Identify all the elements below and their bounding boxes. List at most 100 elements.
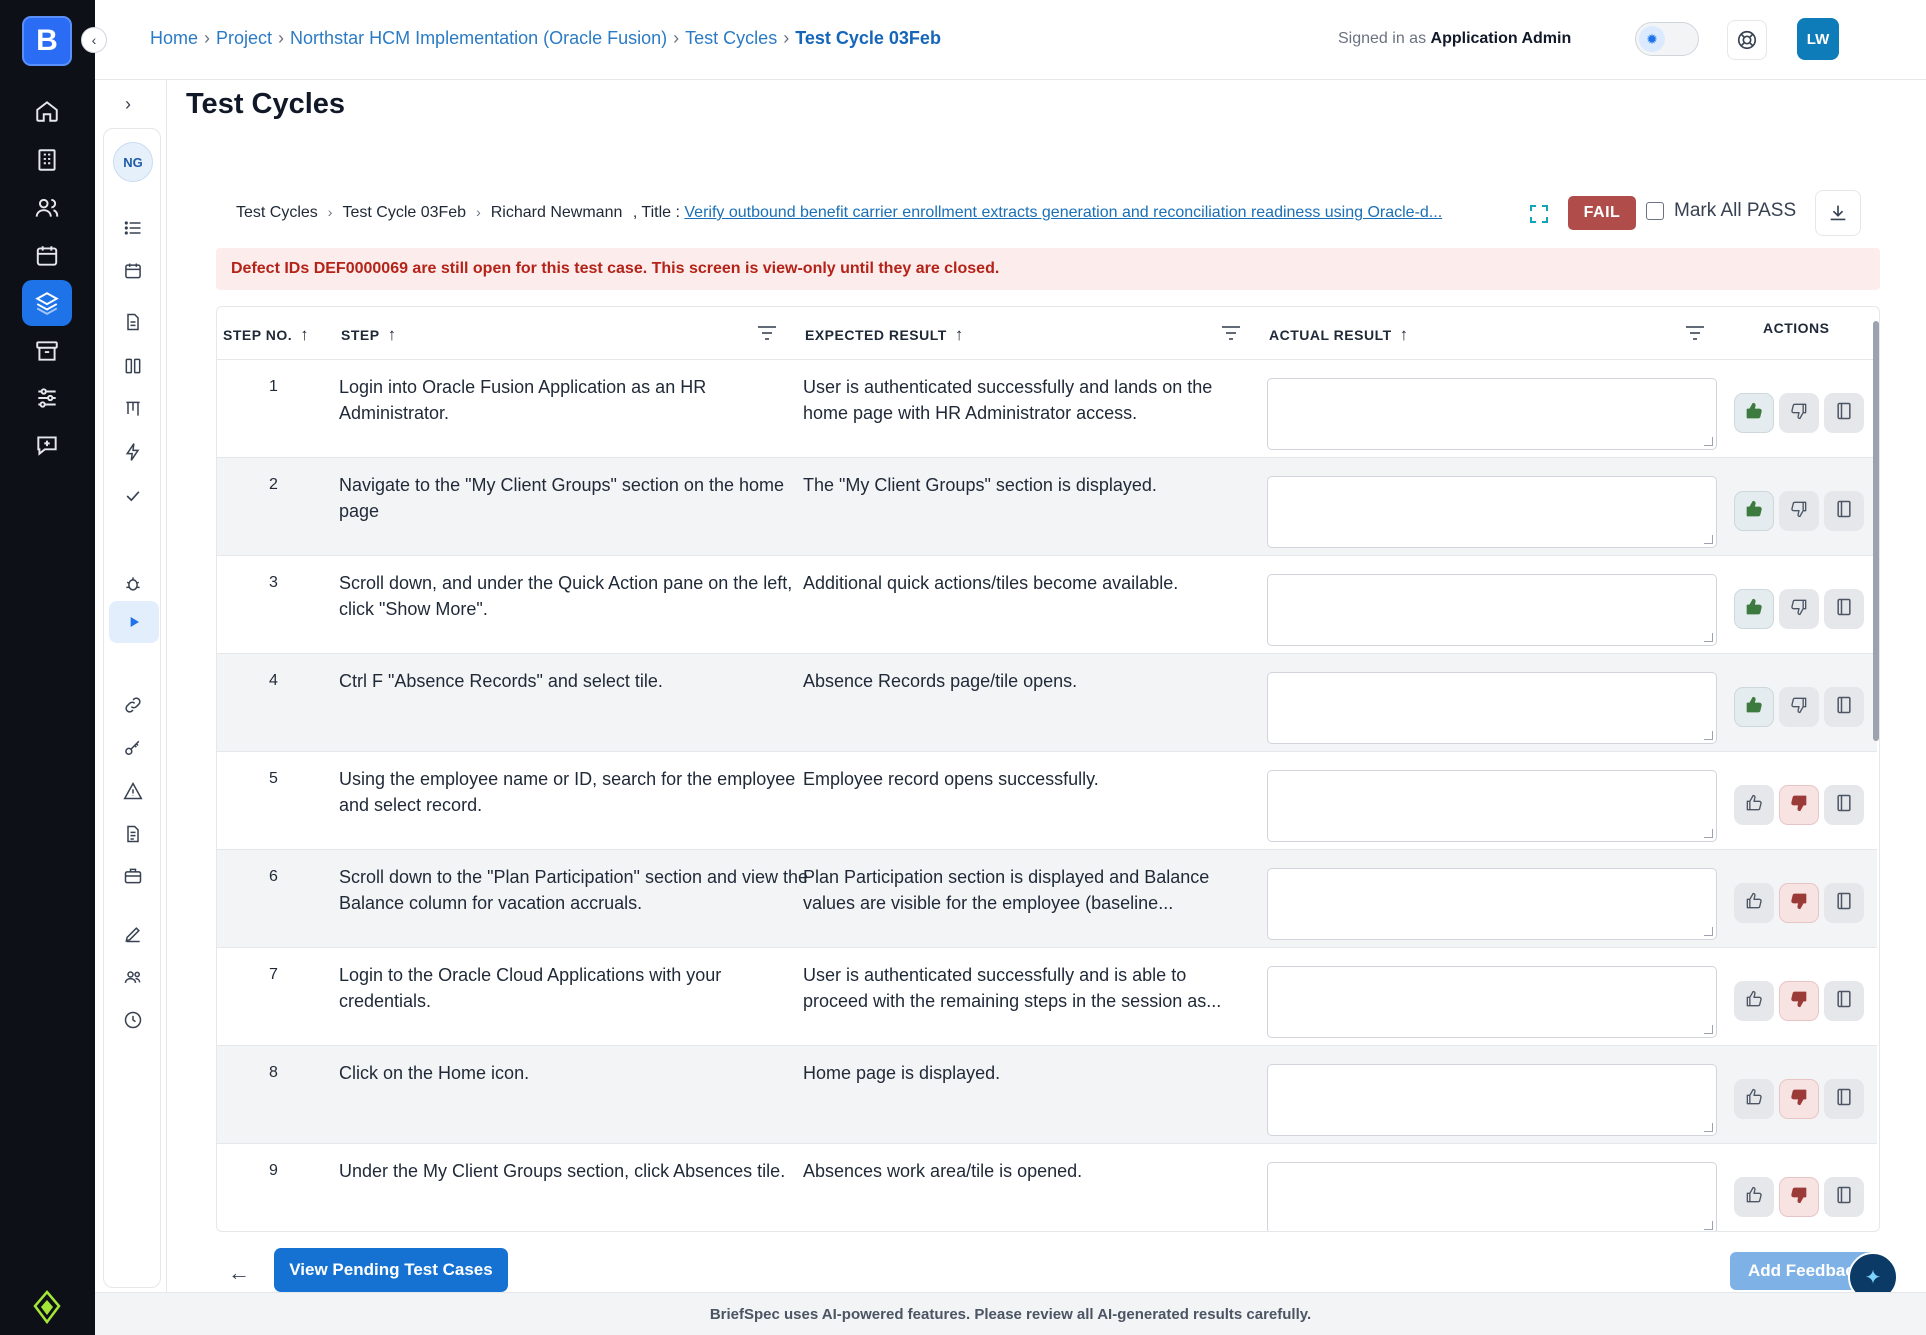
expected-result: Plan Participation section is displayed … [803,867,1210,913]
fullscreen-icon[interactable] [1527,202,1551,226]
columns-icon[interactable] [119,352,147,380]
play-icon[interactable] [109,601,159,643]
building-icon[interactable] [22,137,72,183]
layers-icon[interactable] [22,280,72,326]
archive-icon[interactable] [22,328,72,374]
sort-icon[interactable]: ↑ [300,325,309,345]
notes-button[interactable] [1824,589,1864,629]
sort-icon[interactable]: ↑ [1400,325,1409,345]
list-icon[interactable] [119,214,147,242]
app-logo[interactable]: B [22,16,72,66]
notes-button[interactable] [1824,981,1864,1021]
notes-button[interactable] [1824,393,1864,433]
notes-button[interactable] [1824,1177,1864,1217]
file-icon[interactable] [119,820,147,848]
table-row: 3 Scroll down, and under the Quick Actio… [217,556,1877,654]
filter-icon[interactable] [757,325,777,341]
check-icon[interactable] [119,482,147,510]
actual-result-input[interactable] [1267,1162,1717,1231]
pass-button[interactable] [1734,981,1774,1021]
actual-result-input[interactable] [1267,770,1717,842]
fail-button[interactable] [1779,393,1819,433]
view-pending-button[interactable]: View Pending Test Cases [274,1248,508,1292]
col-actual-label: ACTUAL RESULT [1269,327,1392,343]
pass-button[interactable] [1734,393,1774,433]
mark-all-checkbox[interactable] [1646,202,1664,220]
user-avatar[interactable]: LW [1797,18,1839,60]
document-icon[interactable] [119,308,147,336]
calendar-icon[interactable] [119,257,147,285]
fail-button[interactable] [1779,589,1819,629]
clock-icon[interactable] [119,1006,147,1034]
sub-crumb-test-cycles[interactable]: Test Cycles [236,204,318,221]
test-case-title-link[interactable]: Verify outbound benefit carrier enrollme… [684,204,1442,221]
fail-button[interactable] [1779,491,1819,531]
key-icon[interactable] [119,734,147,762]
col-expected[interactable]: EXPECTED RESULT ↑ [805,325,964,345]
notes-button[interactable] [1824,883,1864,923]
fail-button[interactable] [1779,981,1819,1021]
sub-crumb-cycle[interactable]: Test Cycle 03Feb [342,204,466,221]
sort-icon[interactable]: ↑ [388,325,397,345]
app-rail: B ‹ [0,0,107,1335]
theme-toggle[interactable]: ✹ [1635,22,1699,56]
briefcase-icon[interactable] [119,862,147,890]
expected-result: Employee record opens successfully. [803,769,1099,789]
col-step-no[interactable]: STEP NO. ↑ [223,325,309,345]
team-icon[interactable] [119,963,147,991]
notes-button[interactable] [1824,1079,1864,1119]
filter-icon[interactable] [1685,325,1705,341]
users-icon[interactable] [22,185,72,231]
pass-button[interactable] [1734,1177,1774,1217]
pass-button[interactable] [1734,883,1774,923]
actual-result-input[interactable] [1267,1064,1717,1136]
actual-result-input[interactable] [1267,966,1717,1038]
table-scrollbar[interactable] [1873,321,1879,741]
pass-button[interactable] [1734,785,1774,825]
calendar-icon[interactable] [22,233,72,279]
breadcrumb-test-cycles[interactable]: Test Cycles [685,28,777,48]
back-arrow-icon[interactable]: ← [228,1260,250,1286]
pen-icon[interactable] [119,920,147,948]
fail-button[interactable] [1779,785,1819,825]
notes-button[interactable] [1824,687,1864,727]
pass-button[interactable] [1734,491,1774,531]
actual-result-input[interactable] [1267,476,1717,548]
fail-button[interactable] [1779,883,1819,923]
thumbs-down-icon [1789,597,1809,622]
actual-result-input[interactable] [1267,868,1717,940]
board-icon[interactable] [119,395,147,423]
breadcrumb-home[interactable]: Home [150,28,198,48]
bolt-icon[interactable] [119,438,147,466]
breadcrumb-project-name[interactable]: Northstar HCM Implementation (Oracle Fus… [290,28,667,48]
pass-button[interactable] [1734,1079,1774,1119]
breadcrumb-project[interactable]: Project [216,28,272,48]
warning-icon[interactable] [119,777,147,805]
fail-button[interactable] [1779,1079,1819,1119]
sidebar-avatar[interactable]: NG [113,142,153,182]
link-icon[interactable] [119,691,147,719]
fail-button[interactable] [1779,1177,1819,1217]
mark-all-pass[interactable]: Mark All PASS [1646,200,1796,222]
actual-result-input[interactable] [1267,574,1717,646]
collapse-rail-button[interactable]: ‹ [81,27,107,53]
pass-button[interactable] [1734,687,1774,727]
filter-icon[interactable] [1221,325,1241,341]
help-button[interactable] [1727,20,1767,60]
actual-result-input[interactable] [1267,378,1717,450]
pass-button[interactable] [1734,589,1774,629]
sliders-icon[interactable] [22,375,72,421]
bug-icon[interactable] [119,570,147,598]
expand-sidebar-icon[interactable]: › [125,94,131,115]
notes-button[interactable] [1824,491,1864,531]
chat-plus-icon[interactable] [22,422,72,468]
actual-result-input[interactable] [1267,672,1717,744]
sort-icon[interactable]: ↑ [955,325,964,345]
notes-button[interactable] [1824,785,1864,825]
col-step[interactable]: STEP ↑ [341,325,397,345]
fail-button[interactable] [1779,687,1819,727]
step-text: Scroll down to the "Plan Participation" … [339,867,809,913]
home-icon[interactable] [22,88,72,134]
col-actual[interactable]: ACTUAL RESULT ↑ [1269,325,1409,345]
download-button[interactable] [1815,190,1861,236]
